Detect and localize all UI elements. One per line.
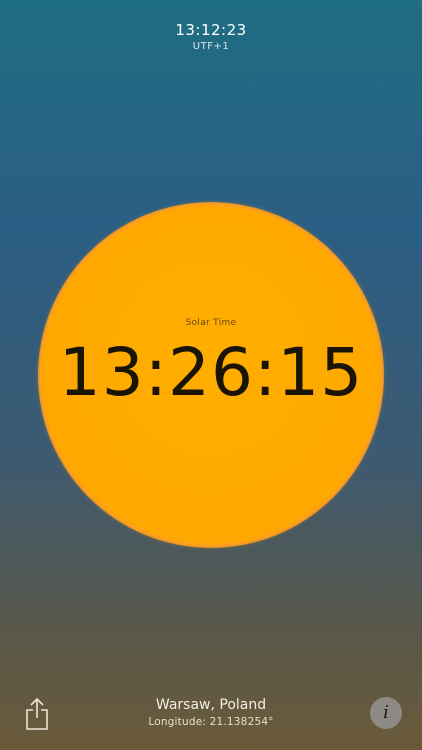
city-name: Warsaw, Poland [155,697,267,713]
solar-time-label: Solar Time [185,318,237,328]
local-clock: 13:12:23 UTF+1 [0,20,422,54]
local-time: 13:12:23 [175,21,247,39]
timezone-label: UTF+1 [192,41,230,52]
location-info: Warsaw, Poland Longitude: 21.138254° [0,696,422,730]
info-button[interactable]: i [370,697,402,729]
info-icon: i [383,702,389,723]
solar-time-display: 13:26:15 [58,334,364,411]
longitude-value: Longitude: 21.138254° [148,716,274,728]
